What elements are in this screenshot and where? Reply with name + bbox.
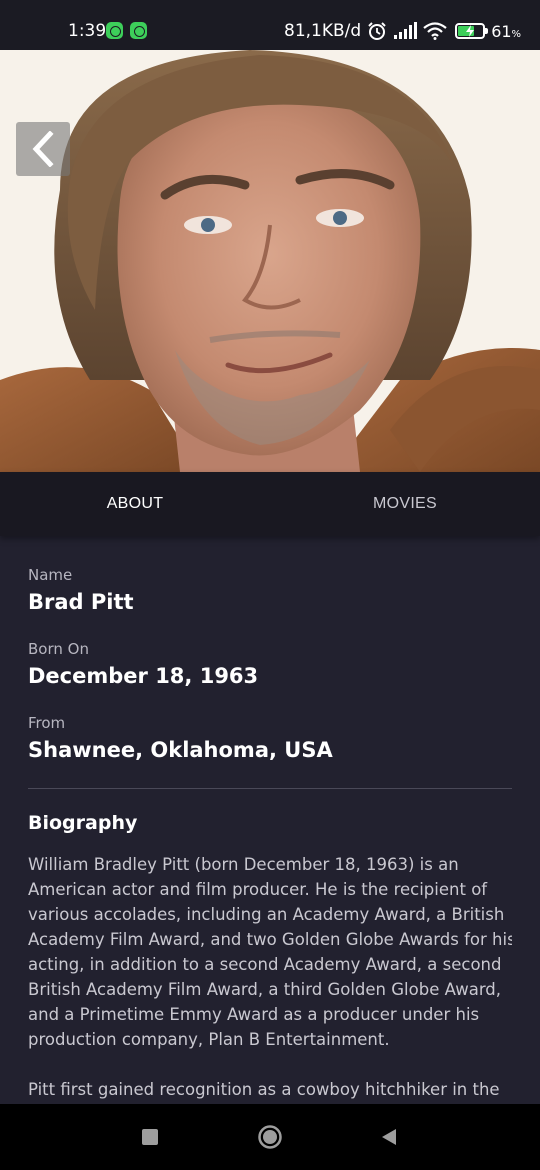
from-label: From (28, 714, 66, 732)
about-panel[interactable]: Name Brad Pitt Born On December 18, 1963… (28, 536, 512, 1104)
actor-portrait (0, 50, 540, 472)
system-back-button[interactable] (376, 1124, 402, 1150)
network-speed: 81,1KB/d (284, 21, 362, 41)
born-field: Born On December 18, 1963 (28, 640, 258, 688)
born-label: Born On (28, 640, 89, 658)
app-notification-icon (130, 22, 147, 39)
signal-icon (394, 22, 418, 39)
biography-paragraph: Pitt first gained recognition as a cowbo… (28, 1080, 500, 1099)
home-button[interactable] (257, 1124, 283, 1150)
alarm-icon (368, 22, 386, 40)
recents-button[interactable] (137, 1124, 163, 1150)
divider (28, 788, 512, 789)
recents-square-icon (142, 1129, 158, 1145)
tab-movies[interactable]: MOVIES (270, 472, 540, 536)
status-bar: 1:39 81,1KB/d 61% (0, 0, 540, 50)
app-notification-icon (106, 22, 123, 39)
status-time: 1:39 (68, 21, 107, 41)
back-button[interactable] (16, 122, 70, 176)
name-value: Brad Pitt (28, 590, 134, 614)
tab-bar: ABOUT MOVIES (0, 472, 540, 536)
name-label: Name (28, 566, 73, 584)
biography-heading: Biography (28, 812, 138, 834)
actor-portrait-image (0, 50, 540, 472)
home-circle-icon (258, 1125, 282, 1149)
status-indicators: 81,1KB/d 61% (284, 21, 521, 41)
name-field: Name Brad Pitt (28, 566, 134, 614)
chevron-left-icon (32, 131, 54, 167)
from-field: From Shawnee, Oklahoma, USA (28, 714, 333, 762)
born-value: December 18, 1963 (28, 664, 259, 688)
from-value: Shawnee, Oklahoma, USA (28, 738, 333, 762)
biography-text: William Bradley Pitt (born December 18, … (28, 852, 512, 1102)
biography-paragraph: William Bradley Pitt (born December 18, … (28, 855, 512, 1049)
system-nav-bar (0, 1104, 540, 1170)
back-triangle-icon (382, 1129, 396, 1145)
tab-about[interactable]: ABOUT (0, 472, 270, 536)
battery-charging-icon (455, 23, 489, 39)
battery-percent: 61% (491, 21, 522, 41)
actor-detail-screen: 1:39 81,1KB/d 61% ABOUT MOVIES Name Brad… (0, 0, 540, 1170)
wifi-icon (423, 22, 447, 40)
